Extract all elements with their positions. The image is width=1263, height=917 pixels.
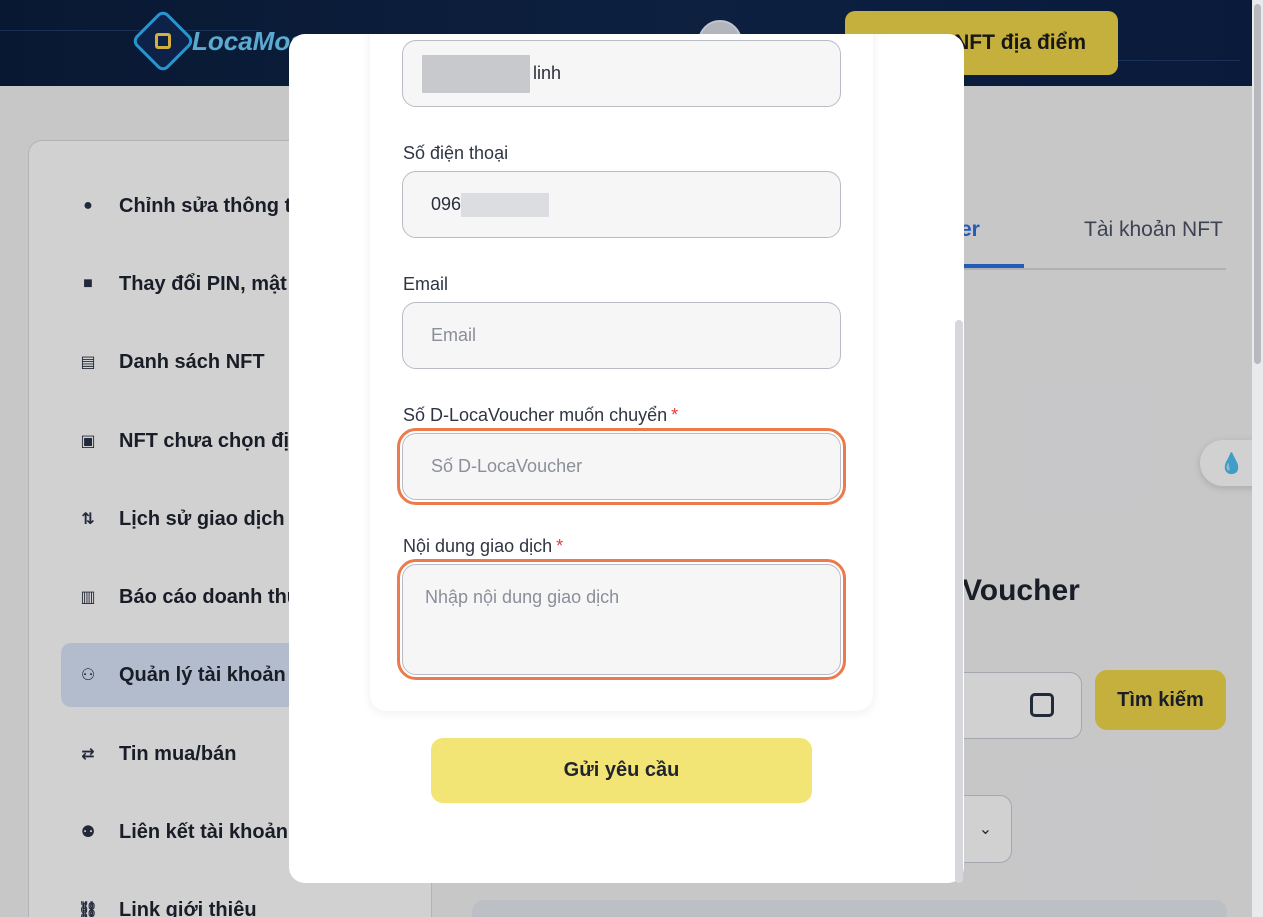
phone-value-prefix: 096 <box>431 194 462 214</box>
redacted-text <box>461 192 550 217</box>
transfer-voucher-modal: linh Số điện thoại 096 Email Số D-LocaVo… <box>289 34 964 883</box>
required-mark: * <box>671 405 679 425</box>
transaction-note-textarea[interactable] <box>397 559 846 680</box>
phone-field[interactable]: 096 <box>402 171 841 238</box>
submit-request-button[interactable]: Gửi yêu cầu <box>431 738 812 803</box>
phone-label: Số điện thoại <box>403 143 509 163</box>
voucher-amount-label: Số D-LocaVoucher muốn chuyển * <box>403 405 678 426</box>
transaction-note-label: Nội dung giao dịch * <box>403 536 563 557</box>
required-mark: * <box>556 536 564 556</box>
redacted-text <box>422 54 530 93</box>
name-value-suffix: linh <box>533 63 562 83</box>
transaction-note-label-text: Nội dung giao dịch <box>403 536 553 556</box>
page-scrollbar[interactable] <box>1252 0 1263 917</box>
voucher-amount-label-text: Số D-LocaVoucher muốn chuyển <box>403 405 668 425</box>
name-field[interactable]: linh <box>402 40 841 107</box>
voucher-amount-input[interactable] <box>397 428 846 505</box>
email-field[interactable] <box>402 302 841 369</box>
page-scrollbar-thumb[interactable] <box>1254 4 1261 364</box>
email-label: Email <box>403 274 449 294</box>
modal-scrollbar[interactable] <box>955 320 963 883</box>
